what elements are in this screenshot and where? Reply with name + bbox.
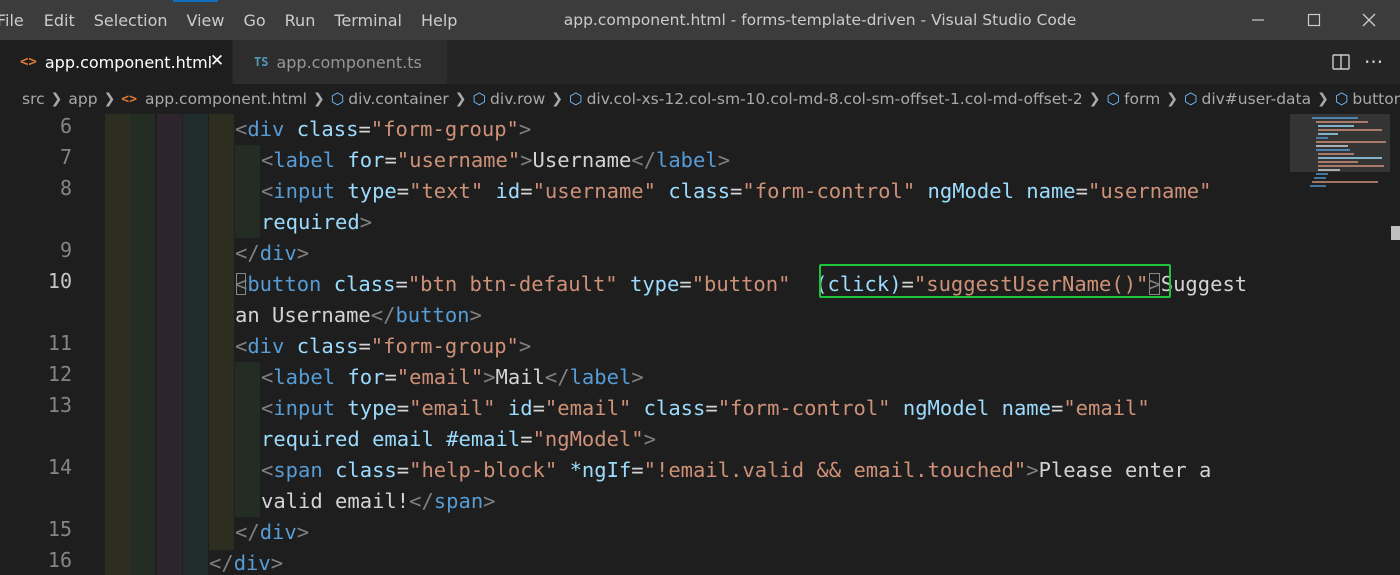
- breadcrumb-label: div#user-data: [1201, 90, 1312, 108]
- code-line: <label for="username">Username</label>: [261, 148, 731, 172]
- close-icon: [1362, 13, 1376, 27]
- line-number: 13: [47, 393, 72, 417]
- breadcrumb-label: div.col-xs-12.col-sm-10.col-md-8.col-sm-…: [586, 90, 1083, 108]
- indent-guide: [105, 114, 130, 575]
- chevron-right-icon: ❯: [1088, 91, 1101, 107]
- minimize-button[interactable]: [1235, 0, 1281, 40]
- menu-selection[interactable]: Selection: [94, 11, 168, 30]
- minimize-icon: [1252, 19, 1264, 21]
- breadcrumb-app[interactable]: app: [68, 90, 97, 108]
- line-number: 11: [47, 331, 72, 355]
- breadcrumb-file-label: app.component.html: [144, 90, 307, 108]
- tab-app-component-ts[interactable]: TS app.component.ts: [233, 40, 447, 84]
- menu-edit[interactable]: Edit: [44, 11, 75, 30]
- code-line: <input type="email" id="email" class="fo…: [261, 396, 1150, 420]
- chevron-right-icon: ❯: [50, 91, 63, 107]
- click-binding-highlight: [819, 264, 1171, 298]
- breadcrumb-label: form: [1124, 90, 1161, 108]
- code-line-wrapped: required>: [261, 210, 373, 234]
- typescript-file-icon: TS: [254, 55, 269, 69]
- maximize-icon: [1307, 13, 1321, 27]
- symbol-element-icon: ⬡: [330, 90, 345, 108]
- symbol-element-icon: ⬡: [1183, 90, 1198, 108]
- symbol-element-icon: ⬡: [569, 90, 583, 108]
- breadcrumb-src[interactable]: src: [22, 90, 45, 108]
- line-number: 16: [47, 548, 72, 572]
- code-line: <div class="form-group">: [235, 117, 532, 141]
- chevron-right-icon: ❯: [312, 91, 325, 107]
- chevron-right-icon: ❯: [454, 91, 467, 107]
- breadcrumb-div-row[interactable]: ⬡ div.row: [473, 90, 546, 108]
- line-number: 14: [47, 455, 72, 479]
- tab-app-component-html[interactable]: <> app.component.html ✕: [0, 40, 232, 84]
- line-number-active: 10: [47, 269, 72, 293]
- indent-guide: [209, 114, 234, 550]
- menu-help[interactable]: Help: [421, 11, 457, 30]
- indent-guide: [157, 114, 182, 575]
- split-editor-button[interactable]: [1331, 40, 1351, 84]
- menu-bar: File Edit Selection View Go Run Terminal…: [0, 0, 476, 40]
- breadcrumb-form[interactable]: ⬡ form: [1107, 90, 1161, 108]
- ellipsis-icon: ···: [1364, 50, 1384, 74]
- split-editor-icon: [1332, 54, 1350, 70]
- code-line: <input type="text" id="username" class="…: [261, 179, 1212, 203]
- indent-guide: [235, 145, 260, 238]
- breadcrumb-label: button.b: [1352, 90, 1400, 108]
- chevron-right-icon: ❯: [103, 91, 116, 107]
- breadcrumb-file[interactable]: <> app.component.html: [121, 90, 307, 108]
- html-file-icon: <>: [121, 91, 137, 107]
- breadcrumb-div-user-data[interactable]: ⬡ div#user-data: [1184, 90, 1311, 108]
- tab-close-icon[interactable]: ✕: [206, 50, 228, 72]
- symbol-element-icon: ⬡: [472, 90, 487, 108]
- code-line-wrapped: an Username</button>: [235, 303, 482, 327]
- scrollbar-thumb[interactable]: [1391, 226, 1400, 240]
- code-line: <div class="form-group">: [235, 334, 532, 358]
- vertical-scrollbar[interactable]: [1390, 114, 1400, 575]
- breadcrumb-div-container[interactable]: ⬡ div.container: [331, 90, 449, 108]
- tab-bar: <> app.component.html ✕ TS app.component…: [0, 40, 1400, 84]
- line-number: 7: [59, 145, 72, 169]
- menu-terminal[interactable]: Terminal: [334, 11, 402, 30]
- more-actions-button[interactable]: ···: [1364, 40, 1383, 84]
- chevron-right-icon: ❯: [1317, 91, 1329, 107]
- menu-go[interactable]: Go: [243, 11, 265, 30]
- code-line: <span class="help-block" *ngIf="!email.v…: [261, 458, 1212, 482]
- breadcrumb-button[interactable]: ⬡button.b: [1335, 90, 1400, 108]
- line-number: 12: [47, 362, 72, 386]
- line-number: 15: [47, 517, 72, 541]
- menu-view[interactable]: View: [187, 11, 225, 30]
- code-line: <label for="email">Mail</label>: [261, 365, 644, 389]
- menu-file[interactable]: File: [0, 11, 24, 30]
- close-window-button[interactable]: [1346, 0, 1392, 40]
- code-line-wrapped: required email #email="ngModel">: [261, 427, 656, 451]
- code-line-wrapped: valid email!</span>: [261, 489, 496, 513]
- indent-guide: [235, 362, 260, 517]
- line-number: 6: [59, 114, 72, 138]
- indent-guide: [183, 114, 208, 575]
- code-editor[interactable]: 6 7 8 9 10 11 12 13 14 15 16 <div class=…: [0, 114, 1400, 575]
- tab-label: app.component.html: [44, 52, 213, 72]
- tab-label: app.component.ts: [276, 52, 422, 72]
- symbol-element-icon: ⬡: [1106, 90, 1121, 108]
- breadcrumb-div-col[interactable]: ⬡ div.col-xs-12.col-sm-10.col-md-8.col-sm…: [569, 90, 1083, 108]
- breadcrumb-label: div.row: [490, 90, 546, 108]
- breadcrumb: src ❯ app ❯ <> app.component.html ❯ ⬡ div.…: [0, 84, 1400, 114]
- code-line: </div>: [209, 551, 284, 575]
- breadcrumb-label: div.container: [348, 90, 449, 108]
- html-file-icon: <>: [20, 54, 37, 70]
- minimap[interactable]: [1298, 114, 1390, 194]
- code-line: </div>: [235, 241, 310, 265]
- title-bar: File Edit Selection View Go Run Terminal…: [0, 0, 1400, 40]
- menu-focus-indicator: [173, 0, 218, 2]
- chevron-right-icon: ❯: [551, 91, 564, 107]
- menu-run[interactable]: Run: [285, 11, 316, 30]
- code-line: </div>: [235, 520, 310, 544]
- maximize-button[interactable]: [1291, 0, 1337, 40]
- line-number: 8: [59, 176, 72, 200]
- symbol-element-icon: ⬡: [1334, 90, 1349, 108]
- indent-guide: [130, 114, 155, 575]
- line-number: 9: [59, 238, 72, 262]
- chevron-right-icon: ❯: [1166, 91, 1178, 107]
